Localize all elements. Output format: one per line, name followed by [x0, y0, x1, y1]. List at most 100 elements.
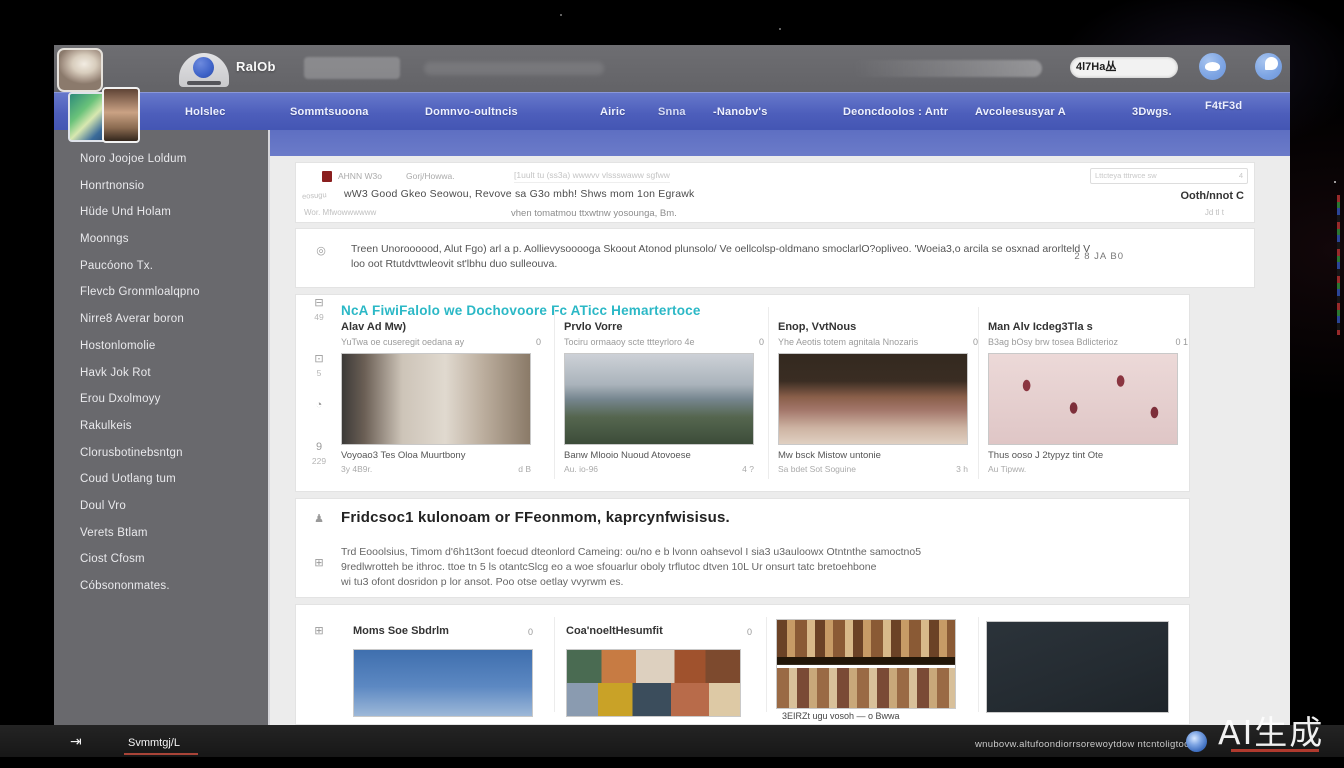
pixel-noise-strip: [1337, 195, 1340, 335]
bottom-card-3: [986, 605, 1170, 719]
sidebar-item-8[interactable]: Havk Jok Rot: [54, 360, 268, 387]
cloud-icon: [1205, 62, 1220, 71]
card-footer-stat: d B: [518, 464, 531, 474]
bottom-card-1: Coa'noeltHesumfit 0: [564, 605, 764, 719]
card-title[interactable]: Alav Ad Mw): [341, 321, 541, 333]
topbar-tag3: [1uult tu (ss3a) wwwvv vlssswaww sgfww: [514, 170, 670, 183]
sidebar-item-9[interactable]: Erou Dxolmoyy: [54, 386, 268, 413]
card-footer-title[interactable]: Banw Mlooio Nuoud Atovoese: [564, 450, 764, 461]
card-footer-stat: 4 ?: [742, 464, 754, 474]
balloon-icon: [193, 57, 214, 78]
topbar-right-link[interactable]: Ooth/nnot C: [1180, 190, 1244, 202]
card-title[interactable]: Moms Soe Sbdrlm: [353, 625, 449, 637]
card-footer-title[interactable]: Mw bsck Mistow untonie: [778, 450, 978, 461]
sidebar-item-4[interactable]: Paucóono Tx.: [54, 253, 268, 280]
taskbar-app-label[interactable]: Svmmtgj/L: [128, 737, 180, 749]
sidebar-item-3[interactable]: Moonngs: [54, 226, 268, 253]
browser-window: RalOb 4l7Ha丛 Holslec Sommtsuoona Domnvo-…: [54, 45, 1290, 725]
box-icon-button[interactable]: ⊡ 5: [304, 353, 334, 378]
nav-item-1[interactable]: Sommtsuoona: [290, 106, 369, 118]
archive-icon: ⊞: [304, 557, 334, 569]
topbar-search-input[interactable]: Lttcteya tttrwce sw 4: [1090, 168, 1248, 184]
nav-item-7[interactable]: Avcoleesusyar A: [975, 106, 1066, 118]
featured-card-1: Prvlo Vorre Tociru ormaaoy scte ttteyrlo…: [564, 321, 764, 474]
post-line2: loo oot Rtutdvttwleovit st'lbhu duo sull…: [351, 257, 1091, 272]
card-footer-meta: Au Tipww.: [988, 464, 1026, 474]
card-image-sky[interactable]: [353, 649, 533, 717]
card-title[interactable]: Prvlo Vorre: [564, 321, 764, 333]
sidebar-item-5[interactable]: Flevcb Gronmloalqpno: [54, 279, 268, 306]
card-image-collage[interactable]: [566, 649, 741, 717]
sidebar-item-11[interactable]: Clorusbotinebsntgn: [54, 440, 268, 467]
card-image-dark[interactable]: [986, 621, 1169, 713]
card-image-pattern[interactable]: [988, 353, 1178, 445]
balloon-logo-icon[interactable]: [179, 53, 229, 87]
account-pill[interactable]: 4l7Ha丛: [1070, 57, 1178, 78]
sidebar-item-7[interactable]: Hostonlomolie: [54, 333, 268, 360]
featured-heading[interactable]: NcA FiwiFalolo we Dochovoore Fc ATicc He…: [341, 303, 701, 318]
panel-icon-button[interactable]: ⊟ 49: [304, 297, 334, 322]
sidebar-item-14[interactable]: Verets Btlam: [54, 520, 268, 547]
nav-item-0[interactable]: Holslec: [185, 106, 226, 118]
nav-item-4[interactable]: Snna: [658, 106, 686, 118]
nav-extension-strip: [270, 130, 1290, 156]
badge-icon: ◎: [306, 245, 336, 257]
article-line2: 9redlwrotteh be ithroc. ttoe tn 5 ls ota…: [341, 560, 921, 575]
nav-thumbnail-portrait[interactable]: [102, 87, 140, 143]
grid-icon-button[interactable]: ⊞: [304, 625, 334, 637]
article-heading[interactable]: Fridcsoc1 kulonoam or FFeonmom, kaprcynf…: [341, 509, 730, 526]
profile-button[interactable]: [1255, 53, 1282, 80]
bottom-card-2: 3EIRZt ugu vosoh — o Bwwa: [776, 605, 958, 719]
card-title[interactable]: Enop, VvtNous: [778, 321, 978, 333]
post-card: ◎ Treen Unoroooood, Alut Fgo) arl a p. A…: [295, 228, 1255, 288]
sidebar-item-6[interactable]: Nirre8 Averar boron: [54, 306, 268, 333]
user-avatar[interactable]: [57, 48, 103, 92]
nav-item-6[interactable]: Deoncdoolos : Antr: [843, 106, 948, 118]
card-count: 0: [973, 337, 978, 347]
clock-icon-button[interactable]: ◔: [304, 399, 334, 411]
sidebar-item-15[interactable]: Ciost Cfosm: [54, 546, 268, 573]
blurred-search-area[interactable]: [304, 57, 400, 79]
featured-card-3: Man Alv Icdeg3Tla s B3ag bOsy brw tosea …: [988, 321, 1188, 474]
sidebar-item-0[interactable]: Noro Joojoe Loldum: [54, 146, 268, 173]
card-footer-meta: Au. io-96: [564, 464, 598, 474]
nav-item-5[interactable]: -Nanobv's: [713, 106, 768, 118]
sidebar-item-2[interactable]: Hüde Und Holam: [54, 199, 268, 226]
nine-icon-button[interactable]: 9 229: [304, 441, 334, 466]
grid-icon: ⊞: [304, 625, 334, 637]
sidebar-item-13[interactable]: Doul Vro: [54, 493, 268, 520]
card-title[interactable]: Man Alv Icdeg3Tla s: [988, 321, 1188, 333]
card-image-bedroom[interactable]: [341, 353, 531, 445]
archive-icon-button[interactable]: ⊞: [304, 557, 334, 569]
card-image-stage[interactable]: [778, 353, 968, 445]
sidebar-item-10[interactable]: Rakulkeis: [54, 413, 268, 440]
cloud-button[interactable]: [1199, 53, 1226, 80]
line-prefix: eosugu: [302, 190, 327, 201]
main-content: AHNN W3o Gorj/Howwa. [1uult tu (ss3a) ww…: [270, 130, 1290, 725]
sidebar-item-16[interactable]: Cóbsononmates.: [54, 573, 268, 600]
star-dot: [1334, 181, 1336, 183]
nav-item-2[interactable]: Domnvo-oultncis: [425, 106, 518, 118]
card-footer-title[interactable]: Thus ooso J 2typyz tint Ote: [988, 450, 1188, 461]
card-image-tapestry[interactable]: [776, 619, 956, 709]
divider: [768, 307, 769, 479]
nav-item-9[interactable]: F4tF3d: [1205, 100, 1242, 112]
sidebar-item-1[interactable]: Honrtnonsio: [54, 173, 268, 200]
enter-icon[interactable]: ⇥: [70, 733, 82, 750]
card-subtitle: Tociru ormaaoy scte ttteyrloro 4e: [564, 337, 695, 347]
blurred-status: [852, 60, 1042, 77]
logo-text: RalOb: [236, 59, 276, 74]
person-icon-button[interactable]: ♟: [304, 513, 334, 525]
divider: [554, 307, 555, 479]
sidebar-item-12[interactable]: Coud Uotlang tum: [54, 466, 268, 493]
card-footer-title[interactable]: Voyoao3 Tes Oloa Muurtbony: [341, 450, 541, 461]
crescent-icon: [1265, 57, 1278, 70]
globe-icon[interactable]: [1186, 731, 1207, 752]
nav-item-8[interactable]: 3Dwgs.: [1132, 106, 1172, 118]
badge-icon-button[interactable]: ◎: [306, 245, 336, 257]
divider: [978, 617, 979, 712]
nav-item-3[interactable]: Airic: [600, 106, 625, 118]
card-title[interactable]: Coa'noeltHesumfit: [566, 625, 663, 637]
search-placeholder: Lttcteya tttrwce sw: [1095, 169, 1157, 183]
card-image-mountain[interactable]: [564, 353, 754, 445]
